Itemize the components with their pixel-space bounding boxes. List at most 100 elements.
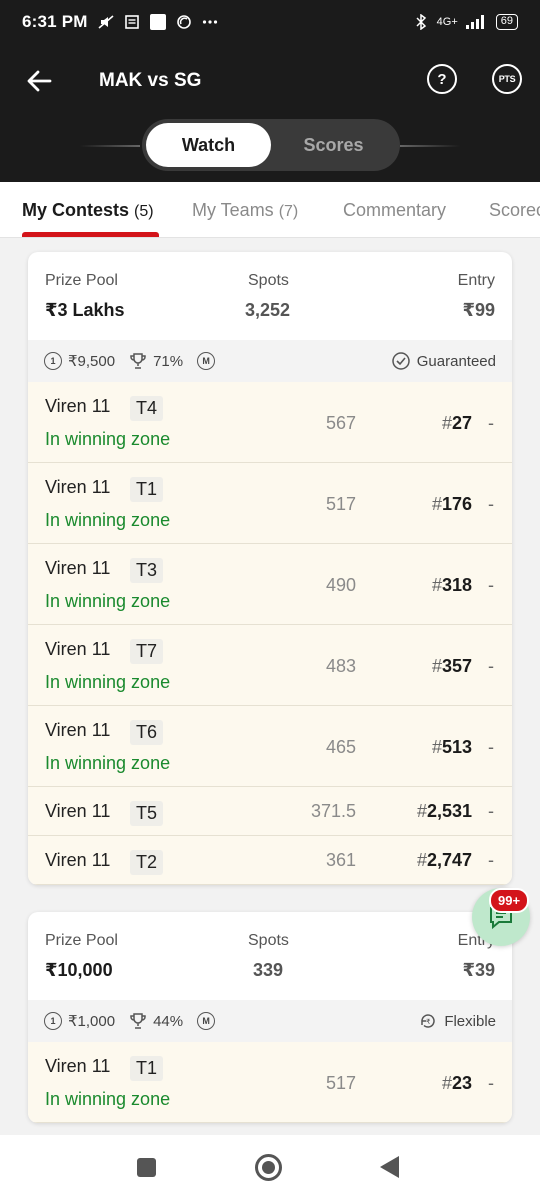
points-system-icon[interactable]: PTS	[492, 64, 522, 94]
chat-unread-badge: 99+	[489, 888, 530, 913]
team-number-tag: T1	[130, 477, 164, 502]
mute-icon	[98, 15, 114, 29]
battery-icon: 69	[495, 14, 518, 30]
team-row[interactable]: Viren 11 T1 In winning zone 517 #23-	[28, 1042, 512, 1123]
back-arrow-icon[interactable]	[24, 66, 54, 96]
active-tab-indicator	[22, 232, 159, 237]
team-rank: #318	[431, 575, 472, 595]
news-icon	[124, 15, 139, 29]
spots-label: Spots	[248, 272, 289, 289]
check-circle-icon	[392, 352, 410, 370]
team-rank: #176	[431, 494, 472, 514]
match-header: MAK vs SG ? PTS Watch Scores	[0, 44, 540, 182]
team-row[interactable]: Viren 11 T1 In winning zone 517 #176-	[28, 463, 512, 544]
multi-entry-icon: M	[197, 352, 216, 370]
flexible-icon: ₹	[421, 1014, 436, 1028]
team-number-tag: T7	[130, 639, 164, 664]
contest-info-bar: 1 ₹1,000 44% M ₹ Flexible	[28, 1000, 512, 1042]
team-rank: #27	[441, 413, 472, 433]
rank-change: -	[488, 1073, 494, 1093]
svg-text:₹: ₹	[426, 1018, 431, 1026]
status-system-icons: 4G+ 69	[413, 14, 518, 30]
team-row[interactable]: Viren 11 T3 In winning zone 490 #318-	[28, 544, 512, 625]
team-row[interactable]: Viren 11 T4 In winning zone 567 #27-	[28, 382, 512, 463]
status-bar: 6:31 PM 4G+ 69	[0, 0, 540, 44]
team-name: Viren 11	[45, 477, 111, 497]
first-prize: 1 ₹1,000	[44, 1012, 115, 1030]
winning-zone-label: In winning zone	[45, 510, 171, 530]
team-number-tag: T2	[130, 850, 164, 875]
rank-change: -	[488, 656, 494, 676]
tab-my-teams[interactable]: My Teams (7)	[192, 200, 298, 221]
entry-value: ₹99	[462, 300, 495, 320]
entry-label: Entry	[457, 272, 495, 289]
spots-value: 339	[253, 960, 284, 980]
winning-zone-label: In winning zone	[45, 672, 171, 692]
contest-info-bar: 1 ₹9,500 71% M Guaranteed	[28, 340, 512, 382]
help-chat-icon[interactable]: ?	[427, 64, 457, 94]
home-button[interactable]	[255, 1154, 282, 1181]
prize-pool-value: ₹3 Lakhs	[45, 300, 125, 320]
rank-value: 357	[441, 656, 472, 676]
winning-zone-label: In winning zone	[45, 591, 171, 611]
tab-my-contests[interactable]: My Contests (5)	[22, 200, 154, 221]
rank-value: 176	[441, 494, 472, 514]
team-rows: Viren 11 T1 In winning zone 517 #23-	[28, 1042, 512, 1123]
team-points: 361	[325, 850, 356, 870]
team-points: 517	[325, 1073, 356, 1093]
winning-zone-label: In winning zone	[45, 429, 171, 449]
team-name: Viren 11	[45, 396, 111, 416]
first-rank-icon: 1	[44, 352, 62, 370]
tab-bar: My Contests (5) My Teams (7) Commentary …	[0, 182, 540, 238]
team-points: 567	[325, 413, 356, 433]
team-row[interactable]: Viren 11 T7 In winning zone 483 #357-	[28, 625, 512, 706]
tab-label: Commentary	[343, 200, 447, 220]
multi-entry-icon: M	[197, 1012, 216, 1030]
prize-pool-label: Prize Pool	[45, 272, 118, 289]
team-name: Viren 11	[45, 1056, 111, 1076]
system-nav-bar	[0, 1135, 540, 1200]
team-number-tag: T4	[130, 396, 164, 421]
contest-card[interactable]: Prize Pool ₹3 Lakhs Spots 3,252 Entry ₹9…	[28, 252, 512, 885]
watch-scores-toggle: Watch Scores	[142, 119, 400, 171]
team-points: 490	[325, 575, 356, 595]
team-rank: #2,531	[416, 801, 472, 821]
rank-change: -	[488, 737, 494, 757]
tab-count: (5)	[134, 203, 154, 220]
rank-change: -	[488, 850, 494, 870]
team-points: 517	[325, 494, 356, 514]
team-row[interactable]: Viren 11 T5 371.5 #2,531-	[28, 787, 512, 836]
bluetooth-icon	[416, 14, 426, 30]
contest-card-header: Prize Pool ₹3 Lakhs Spots 3,252 Entry ₹9…	[28, 252, 512, 340]
recents-button[interactable]	[137, 1158, 156, 1177]
team-points: 465	[325, 737, 356, 757]
entry-value: ₹39	[462, 960, 495, 980]
multi-entry: M	[197, 352, 216, 370]
spots-value: 3,252	[245, 300, 291, 320]
scores-button[interactable]: Scores	[271, 123, 396, 167]
contest-card[interactable]: Prize Pool ₹10,000 Spots 339 Entry ₹39 1…	[28, 912, 512, 1123]
winning-percentage: 71%	[129, 352, 183, 370]
team-name: Viren 11	[45, 558, 111, 578]
tab-commentary[interactable]: Commentary	[343, 200, 446, 221]
team-points: 371.5	[310, 801, 356, 821]
team-name: Viren 11	[45, 720, 111, 740]
more-notifications-icon	[202, 20, 217, 24]
rank-value: 2,531	[426, 801, 472, 821]
rank-value: 513	[441, 737, 472, 757]
contest-card-header: Prize Pool ₹10,000 Spots 339 Entry ₹39	[28, 912, 512, 1000]
rank-change: -	[488, 575, 494, 595]
system-back-button[interactable]	[380, 1156, 399, 1178]
spots-label: Spots	[248, 932, 289, 949]
team-row[interactable]: Viren 11 T2 361 #2,747-	[28, 836, 512, 885]
tab-scorecard[interactable]: Scorecard	[489, 200, 540, 221]
watch-button[interactable]: Watch	[146, 123, 271, 167]
contest-type: Guaranteed	[391, 351, 496, 371]
winning-percentage: 44%	[129, 1012, 183, 1030]
contest-type: ₹ Flexible	[418, 1011, 496, 1031]
signal-icon	[465, 15, 484, 29]
trophy-icon	[130, 1013, 146, 1029]
app-logo-icon	[176, 15, 191, 29]
team-row[interactable]: Viren 11 T6 In winning zone 465 #513-	[28, 706, 512, 787]
tab-label: Scorecard	[489, 200, 540, 220]
